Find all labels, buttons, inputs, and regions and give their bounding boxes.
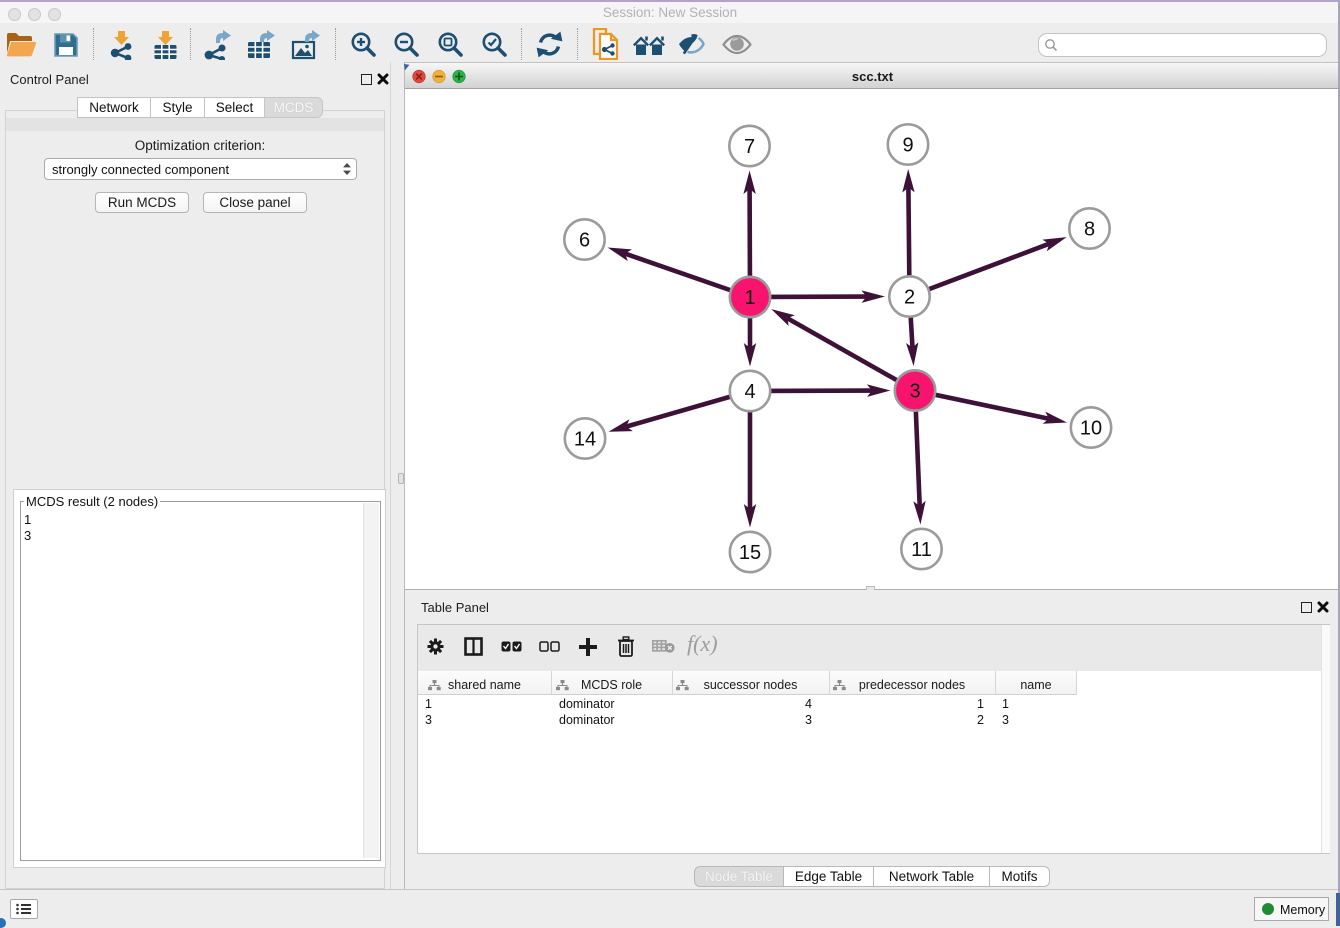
svg-text:2: 2 [904,287,915,309]
svg-text:3: 3 [909,381,920,403]
svg-text:7: 7 [744,136,755,158]
svg-text:6: 6 [579,230,590,252]
svg-text:1: 1 [744,287,755,309]
svg-text:14: 14 [574,429,596,451]
svg-text:11: 11 [911,539,932,561]
svg-text:15: 15 [739,542,761,564]
svg-text:10: 10 [1080,418,1102,440]
svg-text:8: 8 [1084,219,1095,241]
svg-text:4: 4 [744,381,755,403]
svg-text:9: 9 [902,135,913,157]
